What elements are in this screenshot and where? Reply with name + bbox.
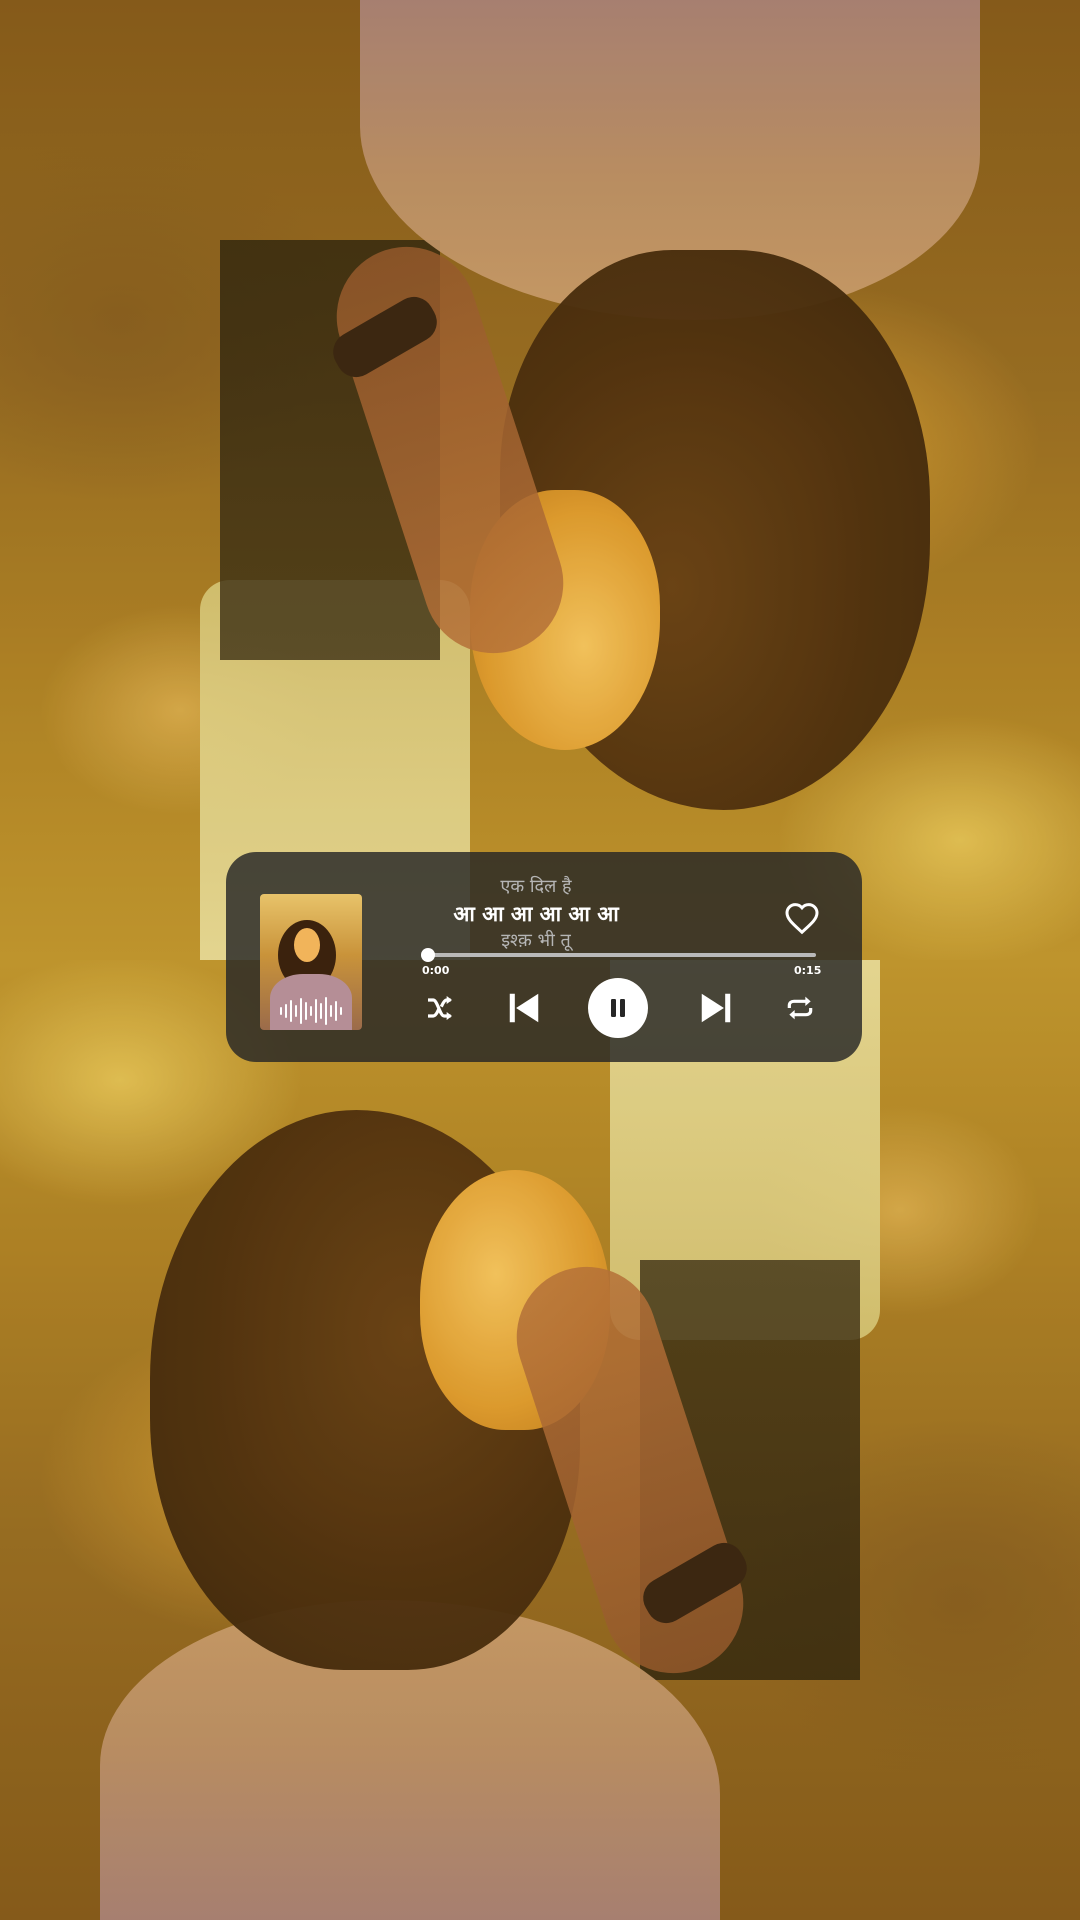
next-button[interactable] — [692, 984, 740, 1032]
shuffle-icon — [428, 996, 452, 1020]
song-subtitle: इश्क़ भी तू — [501, 930, 571, 951]
total-time: 0:15 — [794, 964, 822, 977]
pause-button[interactable] — [588, 978, 648, 1038]
repeat-button[interactable] — [778, 986, 822, 1030]
shuffle-button[interactable] — [418, 986, 462, 1030]
previous-button[interactable] — [500, 984, 548, 1032]
pause-icon — [611, 999, 625, 1017]
music-player-card: एक दिल है आ आ आ आ आ आ इश्क़ भी तू 0:00 0… — [226, 852, 862, 1062]
song-title-line-1: एक दिल है — [500, 876, 572, 897]
heart-outline-icon — [785, 903, 819, 935]
skip-previous-icon — [509, 993, 539, 1023]
album-art[interactable] — [260, 894, 362, 1030]
repeat-icon — [787, 996, 813, 1020]
skip-next-icon — [701, 993, 731, 1023]
background-photo-mirrored-half — [0, 0, 1080, 960]
elapsed-time: 0:00 — [422, 964, 450, 977]
waveform-icon — [260, 994, 362, 1028]
background-photo-half — [0, 960, 1080, 1920]
progress-knob[interactable] — [421, 948, 435, 962]
like-button[interactable] — [782, 898, 822, 938]
song-title: आ आ आ आ आ आ — [453, 902, 619, 926]
progress-track[interactable] — [426, 953, 816, 957]
